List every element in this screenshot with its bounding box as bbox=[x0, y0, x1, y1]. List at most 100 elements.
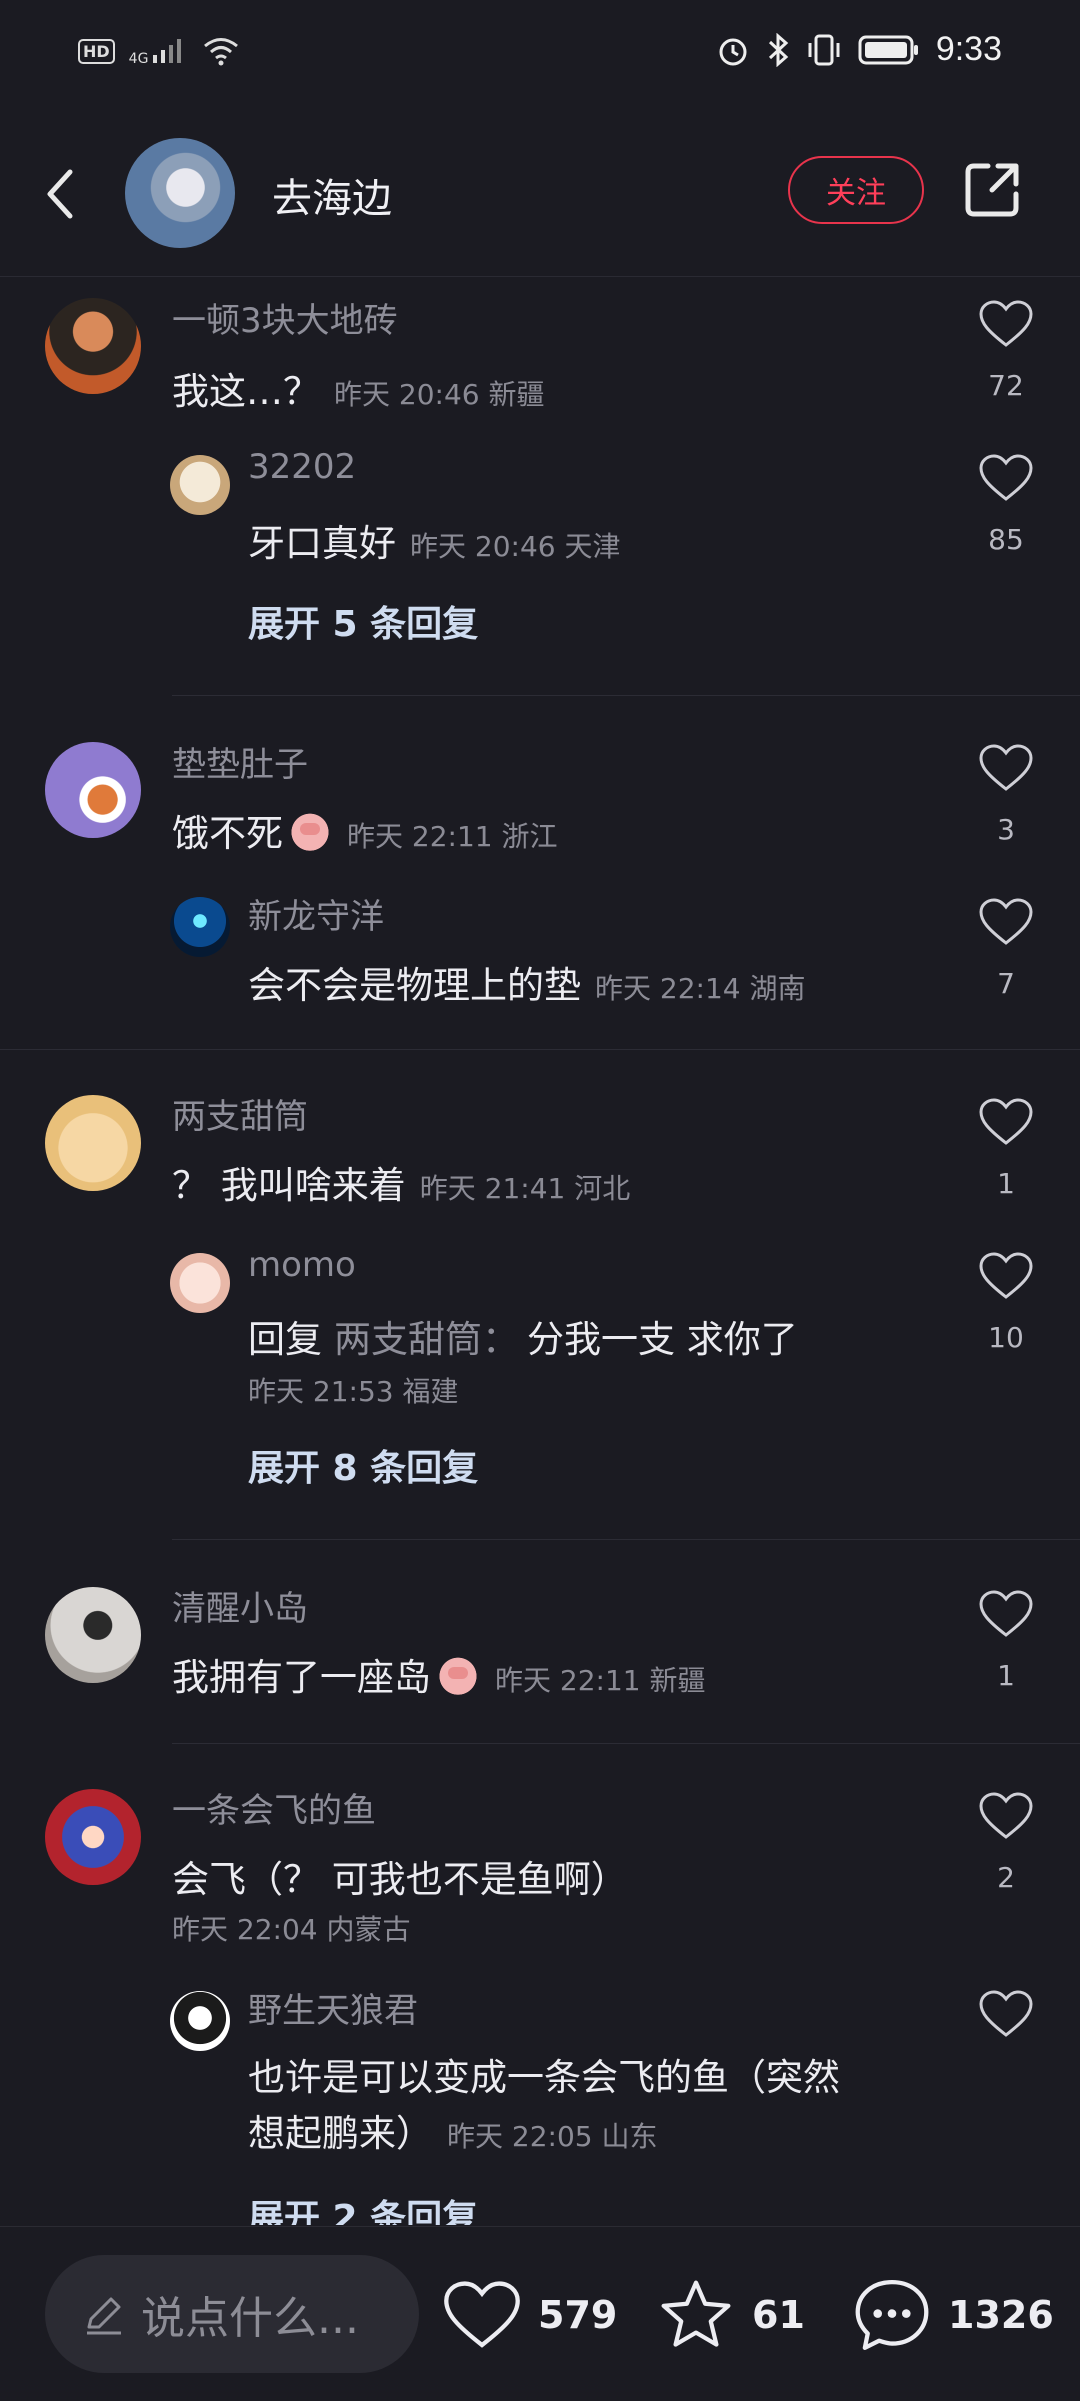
post-header: 去海边 关注 bbox=[0, 108, 1080, 277]
heart-icon bbox=[979, 1990, 1033, 2037]
avatar[interactable] bbox=[45, 1095, 141, 1191]
comment-text: 我拥有了一座岛 昨天 22:11 新疆 bbox=[172, 1647, 706, 1701]
like-button[interactable] bbox=[978, 1791, 1034, 1841]
comment-meta-line: 昨天 21:53 福建 bbox=[248, 1367, 459, 1410]
avatar[interactable] bbox=[45, 1789, 141, 1885]
like-button[interactable] bbox=[978, 1989, 1034, 2039]
heart-icon bbox=[979, 744, 1033, 791]
like-count: 10 bbox=[988, 1321, 1024, 1354]
author-name[interactable]: 去海边 bbox=[272, 166, 392, 224]
comment-text: 饿不死 昨天 22:11 浙江 bbox=[172, 803, 558, 857]
like-count: 1 bbox=[997, 1659, 1015, 1692]
heart-icon bbox=[979, 300, 1033, 347]
like-button[interactable] bbox=[978, 299, 1034, 349]
star-icon bbox=[661, 2280, 731, 2347]
comment-username[interactable]: 清醒小岛 bbox=[172, 1581, 308, 1630]
avatar[interactable] bbox=[170, 1253, 230, 1313]
comment-meta: 昨天 20:46 天津 bbox=[410, 530, 621, 563]
bluetooth-icon bbox=[768, 32, 789, 67]
expand-replies-button[interactable]: 展开 5 条回复 bbox=[248, 595, 478, 647]
post-comment-count: 1326 bbox=[948, 2293, 1054, 2337]
avatar[interactable] bbox=[45, 742, 141, 838]
comment-username[interactable]: 垫垫肚子 bbox=[172, 737, 308, 786]
comment-meta: 昨天 21:53 福建 bbox=[248, 1375, 459, 1408]
expand-replies-button[interactable]: 展开 8 条回复 bbox=[248, 1439, 478, 1491]
share-icon[interactable] bbox=[962, 160, 1022, 220]
divider bbox=[172, 1743, 1080, 1744]
comment-placeholder: 说点什么... bbox=[141, 2293, 359, 2344]
status-bar: HD 4G 9:33 bbox=[0, 0, 1080, 108]
like-post-button[interactable]: 579 bbox=[442, 2265, 617, 2365]
comment-meta: 昨天 22:11 新疆 bbox=[495, 1664, 706, 1697]
avatar[interactable] bbox=[170, 455, 230, 515]
comment-username[interactable]: 一条会飞的鱼 bbox=[172, 1783, 376, 1832]
like-count: 2 bbox=[997, 1861, 1015, 1894]
pig-emoji-icon bbox=[435, 1652, 481, 1696]
comment-text: 我这…？ 昨天 20:46 新疆 bbox=[172, 370, 545, 413]
pencil-icon bbox=[87, 2297, 121, 2335]
like-button[interactable] bbox=[978, 897, 1034, 947]
pig-emoji-icon bbox=[287, 808, 333, 852]
heart-icon bbox=[979, 898, 1033, 945]
like-button[interactable] bbox=[978, 743, 1034, 793]
divider bbox=[172, 1539, 1080, 1540]
clock: 9:33 bbox=[935, 30, 1002, 68]
comment-meta: 昨天 22:05 山东 bbox=[447, 2120, 658, 2153]
alarm-icon bbox=[719, 38, 747, 65]
heart-icon bbox=[979, 454, 1033, 501]
avatar[interactable] bbox=[45, 298, 141, 394]
comment-username[interactable]: momo bbox=[248, 1245, 356, 1285]
like-button[interactable] bbox=[978, 1097, 1034, 1147]
divider bbox=[172, 695, 1080, 696]
divider bbox=[0, 1049, 1080, 1050]
comment-meta: 昨天 22:11 浙江 bbox=[347, 820, 558, 853]
like-button[interactable] bbox=[978, 453, 1034, 503]
chat-bubble-icon bbox=[855, 2280, 929, 2351]
comment-text: 牙口真好 昨天 20:46 天津 bbox=[248, 522, 621, 565]
heart-icon bbox=[979, 1252, 1033, 1299]
bottom-action-bar: 说点什么... 579 61 1326 bbox=[0, 2226, 1080, 2401]
comment-username[interactable]: 新龙守洋 bbox=[248, 889, 384, 938]
comment-meta-line: 昨天 22:04 内蒙古 bbox=[172, 1905, 411, 1948]
comment-meta: 昨天 22:04 内蒙古 bbox=[172, 1913, 411, 1946]
like-count: 85 bbox=[988, 523, 1024, 556]
heart-icon bbox=[444, 2281, 520, 2348]
like-count: 1 bbox=[997, 1167, 1015, 1200]
comment-meta: 昨天 20:46 新疆 bbox=[334, 378, 545, 411]
comment-username[interactable]: 32202 bbox=[248, 447, 356, 487]
comment-list[interactable]: 一顿3块大地砖 我这…？ 昨天 20:46 新疆 7 2 32202 牙口真好 昨天 … bbox=[0, 277, 1080, 2225]
heart-icon bbox=[979, 1792, 1033, 1839]
like-count: 7 bbox=[997, 967, 1015, 1000]
comment-username[interactable]: 野生天狼君 bbox=[248, 1983, 418, 2032]
comment-text: 会不会是物理上的垫 昨天 22:14 湖南 bbox=[248, 964, 806, 1007]
like-button[interactable] bbox=[978, 1589, 1034, 1639]
post-like-count: 579 bbox=[538, 2293, 618, 2337]
comment-text: 也许是可以变成一条会飞的鱼（突然 bbox=[248, 2056, 840, 2099]
comment-post-button[interactable]: 1326 bbox=[852, 2265, 1054, 2365]
network-indicator: 4G bbox=[129, 37, 187, 66]
follow-button[interactable]: 关注 bbox=[788, 156, 924, 224]
reply-target[interactable]: 两支甜筒： bbox=[334, 1318, 519, 1361]
avatar[interactable] bbox=[45, 1587, 141, 1683]
heart-icon bbox=[979, 1098, 1033, 1145]
back-arrow-icon[interactable] bbox=[40, 164, 80, 224]
favorite-post-button[interactable]: 61 bbox=[656, 2265, 805, 2365]
comment-meta: 昨天 22:14 湖南 bbox=[595, 972, 806, 1005]
comment-meta: 昨天 21:41 河北 bbox=[419, 1172, 631, 1205]
post-favorite-count: 61 bbox=[752, 2293, 805, 2337]
comment-text: 会飞（？ 可我也不是鱼啊） bbox=[172, 1858, 628, 1901]
hd-indicator: HD bbox=[78, 38, 115, 64]
comment-username[interactable]: 一顿3块大地砖 bbox=[172, 293, 398, 342]
avatar[interactable] bbox=[170, 897, 230, 957]
comment-input[interactable]: 说点什么... bbox=[45, 2255, 419, 2373]
battery-icon bbox=[858, 35, 918, 64]
signal-icon bbox=[152, 38, 181, 63]
comment-text: ？ 我叫啥来着 昨天 21:41 河北 bbox=[172, 1164, 631, 1207]
like-button[interactable] bbox=[978, 1251, 1034, 1301]
author-avatar[interactable] bbox=[125, 138, 235, 248]
comment-text-continued: 想起鹏来） 昨天 22:05 山东 bbox=[248, 2112, 658, 2155]
avatar[interactable] bbox=[170, 1991, 230, 2051]
vibrate-icon bbox=[808, 34, 840, 65]
expand-replies-button[interactable]: 展开 2 条回复 bbox=[248, 2189, 478, 2225]
comment-username[interactable]: 两支甜筒 bbox=[172, 1089, 308, 1138]
